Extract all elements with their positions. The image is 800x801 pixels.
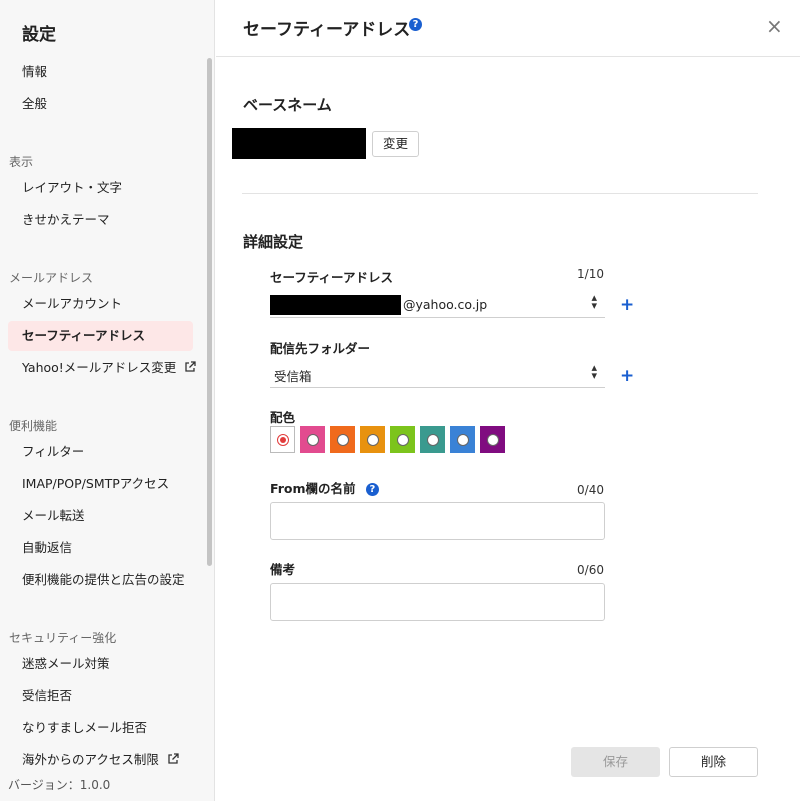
- sidebar-section-security: セキュリティー強化: [9, 631, 117, 645]
- color-swatch-6[interactable]: [420, 426, 445, 453]
- folder-select[interactable]: 受信箱 ▴ ▾: [270, 362, 605, 388]
- section-divider: [242, 193, 758, 194]
- save-button[interactable]: 保存: [571, 747, 660, 777]
- address-value-redacted: [270, 295, 401, 315]
- note-counter: 0/60: [577, 563, 604, 577]
- sidebar-section-display: 表示: [9, 155, 34, 169]
- radio-icon: [486, 433, 499, 446]
- help-icon[interactable]: ?: [409, 18, 422, 31]
- radio-icon: [366, 433, 379, 446]
- radio-icon: [426, 433, 439, 446]
- sidebar-item-filter[interactable]: フィルター: [8, 437, 193, 467]
- address-counter: 1/10: [577, 267, 604, 281]
- sidebar-item-ads[interactable]: 便利機能の提供と広告の設定: [8, 565, 193, 595]
- color-swatch-2[interactable]: [300, 426, 325, 453]
- change-base-name-button[interactable]: 変更: [372, 131, 419, 157]
- address-domain: @yahoo.co.jp: [403, 297, 488, 312]
- panel-header: セーフティーアドレス ? ×: [216, 0, 800, 57]
- color-label: 配色: [270, 410, 296, 425]
- address-label: セーフティーアドレス: [270, 270, 394, 285]
- sidebar-item-general[interactable]: 全般: [8, 89, 193, 119]
- sidebar-section-mail-address: メールアドレス: [9, 271, 94, 285]
- note-label: 備考: [270, 562, 296, 577]
- sidebar-item-label: Yahoo!メールアドレス変更: [22, 360, 177, 375]
- sidebar-item-safety-address[interactable]: セーフティーアドレス: [8, 321, 193, 351]
- settings-sidebar: 設定 情報 全般 表示 レイアウト・文字 きせかえテーマ メールアドレス メール…: [0, 0, 215, 801]
- delete-button[interactable]: 削除: [669, 747, 758, 777]
- sidebar-item-info[interactable]: 情報: [8, 57, 193, 87]
- help-icon[interactable]: ?: [365, 483, 379, 496]
- color-swatch-8[interactable]: [480, 426, 505, 453]
- color-swatch-5[interactable]: [390, 426, 415, 453]
- sidebar-section-convenience: 便利機能: [9, 419, 58, 433]
- color-swatch-4[interactable]: [360, 426, 385, 453]
- version-label: バージョン：1.0.0: [8, 778, 111, 792]
- close-icon[interactable]: ×: [766, 16, 783, 36]
- sidebar-item-forward[interactable]: メール転送: [8, 501, 193, 531]
- folder-value: 受信箱: [274, 369, 312, 384]
- radio-icon: [396, 433, 409, 446]
- sidebar-title: 設定: [22, 25, 56, 45]
- chevron-updown-icon: ▴ ▾: [591, 361, 597, 382]
- sidebar-item-block[interactable]: 受信拒否: [8, 681, 193, 711]
- radio-icon: [306, 433, 319, 446]
- radio-icon: [456, 433, 469, 446]
- note-input[interactable]: [270, 583, 605, 621]
- base-name-value-redacted: [232, 128, 366, 159]
- color-swatch-7[interactable]: [450, 426, 475, 453]
- from-name-input[interactable]: [270, 502, 605, 540]
- sidebar-item-auto-reply[interactable]: 自動返信: [8, 533, 193, 563]
- details-heading: 詳細設定: [243, 233, 304, 251]
- from-name-label-text: From欄の名前: [270, 481, 356, 496]
- external-link-icon: [184, 354, 196, 384]
- add-address-button[interactable]: +: [620, 297, 634, 314]
- sidebar-item-label: 海外からのアクセス制限: [22, 752, 159, 767]
- sidebar-item-imap[interactable]: IMAP/POP/SMTPアクセス: [8, 469, 193, 499]
- color-swatch-1[interactable]: [270, 426, 295, 453]
- color-swatch-3[interactable]: [330, 426, 355, 453]
- radio-icon: [276, 433, 289, 446]
- sidebar-item-spoof[interactable]: なりすましメール拒否: [8, 713, 193, 743]
- add-folder-button[interactable]: +: [620, 368, 634, 385]
- folder-label: 配信先フォルダー: [270, 341, 371, 356]
- sidebar-item-layout[interactable]: レイアウト・文字: [8, 173, 193, 203]
- main-panel: セーフティーアドレス ? × ベースネーム 変更 詳細設定 セーフティーアドレス…: [216, 0, 800, 801]
- external-link-icon: [167, 746, 179, 776]
- sidebar-item-mail-account[interactable]: メールアカウント: [8, 289, 193, 319]
- sidebar-scrollbar[interactable]: [207, 58, 212, 566]
- chevron-updown-icon: ▴ ▾: [591, 291, 597, 312]
- address-select[interactable]: @yahoo.co.jp ▴ ▾: [270, 292, 605, 318]
- sidebar-item-theme[interactable]: きせかえテーマ: [8, 205, 193, 235]
- radio-icon: [336, 433, 349, 446]
- sidebar-item-yahoo-change[interactable]: Yahoo!メールアドレス変更: [8, 353, 196, 384]
- page-title: セーフティーアドレス: [243, 20, 411, 40]
- sidebar-item-spam[interactable]: 迷惑メール対策: [8, 649, 193, 679]
- sidebar-item-overseas[interactable]: 海外からのアクセス制限: [8, 745, 193, 775]
- from-name-label: From欄の名前 ?: [270, 478, 379, 497]
- from-name-counter: 0/40: [577, 483, 604, 497]
- base-name-heading: ベースネーム: [243, 96, 332, 114]
